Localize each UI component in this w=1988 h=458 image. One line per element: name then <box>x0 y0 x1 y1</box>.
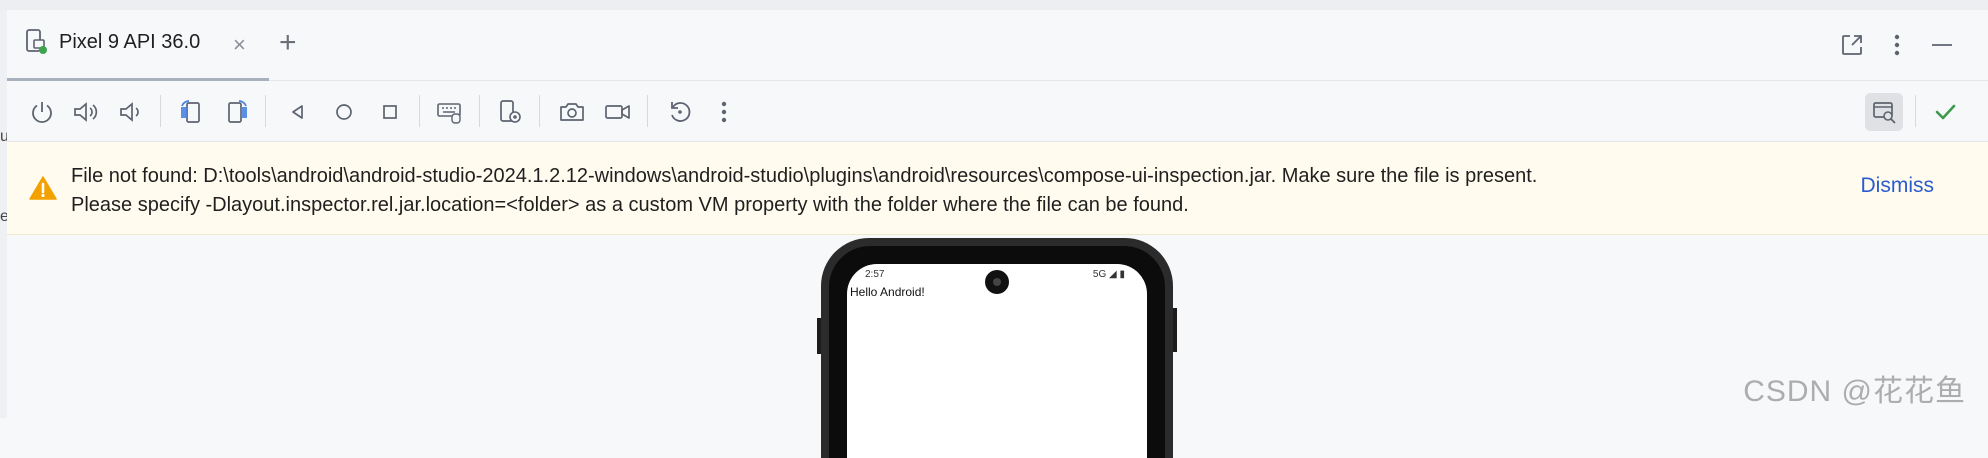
overview-icon[interactable] <box>373 95 407 129</box>
tab-bar: Pixel 9 API 36.0 × + <box>7 10 1988 81</box>
volume-down-icon[interactable] <box>113 95 147 129</box>
window-top-strip <box>0 0 1988 10</box>
reset-icon[interactable] <box>663 95 697 129</box>
device-screen[interactable]: 2:57 5G ◢ ▮ Hello Android! <box>847 264 1147 458</box>
device-icon <box>23 28 49 61</box>
phone-side-button <box>817 318 821 354</box>
toolbar-separator <box>265 95 266 127</box>
warning-line-2: Please specify -Dlayout.inspector.rel.ja… <box>71 194 1189 216</box>
rotate-right-icon[interactable] <box>219 95 253 129</box>
home-icon[interactable] <box>327 95 361 129</box>
status-bar-time: 2:57 <box>865 269 885 280</box>
more-vertical-icon[interactable] <box>707 95 741 129</box>
app-greeting-text: Hello Android! <box>850 285 925 299</box>
power-icon[interactable] <box>25 95 59 129</box>
toolbar-separator <box>647 95 648 127</box>
warning-banner: File not found: D:\tools\android\android… <box>7 142 1988 235</box>
phone-side-button <box>1173 308 1177 352</box>
emulator-toolbar <box>7 81 1988 142</box>
toolbar-separator <box>160 95 161 127</box>
back-icon[interactable] <box>281 95 315 129</box>
front-camera-icon <box>985 270 1009 294</box>
device-display-area: 2:57 5G ◢ ▮ Hello Android! <box>7 235 1988 458</box>
add-tab-icon[interactable]: + <box>279 28 297 58</box>
open-in-new-window-icon[interactable] <box>1839 32 1865 63</box>
keyboard-icon[interactable] <box>433 95 467 129</box>
phone-frame: 2:57 5G ◢ ▮ Hello Android! <box>817 238 1177 458</box>
toolbar-separator <box>539 95 540 127</box>
camera-icon[interactable] <box>555 95 589 129</box>
minimize-icon[interactable] <box>1929 32 1955 63</box>
volume-up-icon[interactable] <box>69 95 103 129</box>
toolbar-separator <box>419 95 420 127</box>
device-settings-icon[interactable] <box>493 95 527 129</box>
toolbar-separator <box>479 95 480 127</box>
tab-close-icon[interactable]: × <box>233 34 246 56</box>
warning-line-1: File not found: D:\tools\android\android… <box>71 165 1538 187</box>
warning-message: File not found: D:\tools\android\android… <box>71 162 1537 220</box>
dismiss-link[interactable]: Dismiss <box>1861 174 1935 198</box>
toolbar-separator <box>1915 95 1916 127</box>
watermark: CSDN @花花鱼 <box>1743 375 1966 408</box>
checkmark-icon[interactable] <box>1928 95 1962 129</box>
tab-title: Pixel 9 API 36.0 <box>59 31 201 53</box>
record-video-icon[interactable] <box>601 95 635 129</box>
more-vertical-icon[interactable] <box>1887 32 1907 63</box>
status-bar-indicators: 5G ◢ ▮ <box>1092 269 1125 280</box>
tab-pixel-9[interactable]: Pixel 9 API 36.0 <box>23 28 200 78</box>
layout-inspector-icon[interactable] <box>1865 93 1903 131</box>
phone-bezel: 2:57 5G ◢ ▮ Hello Android! <box>829 246 1165 458</box>
rotate-left-icon[interactable] <box>175 95 209 129</box>
warning-icon <box>29 175 57 206</box>
